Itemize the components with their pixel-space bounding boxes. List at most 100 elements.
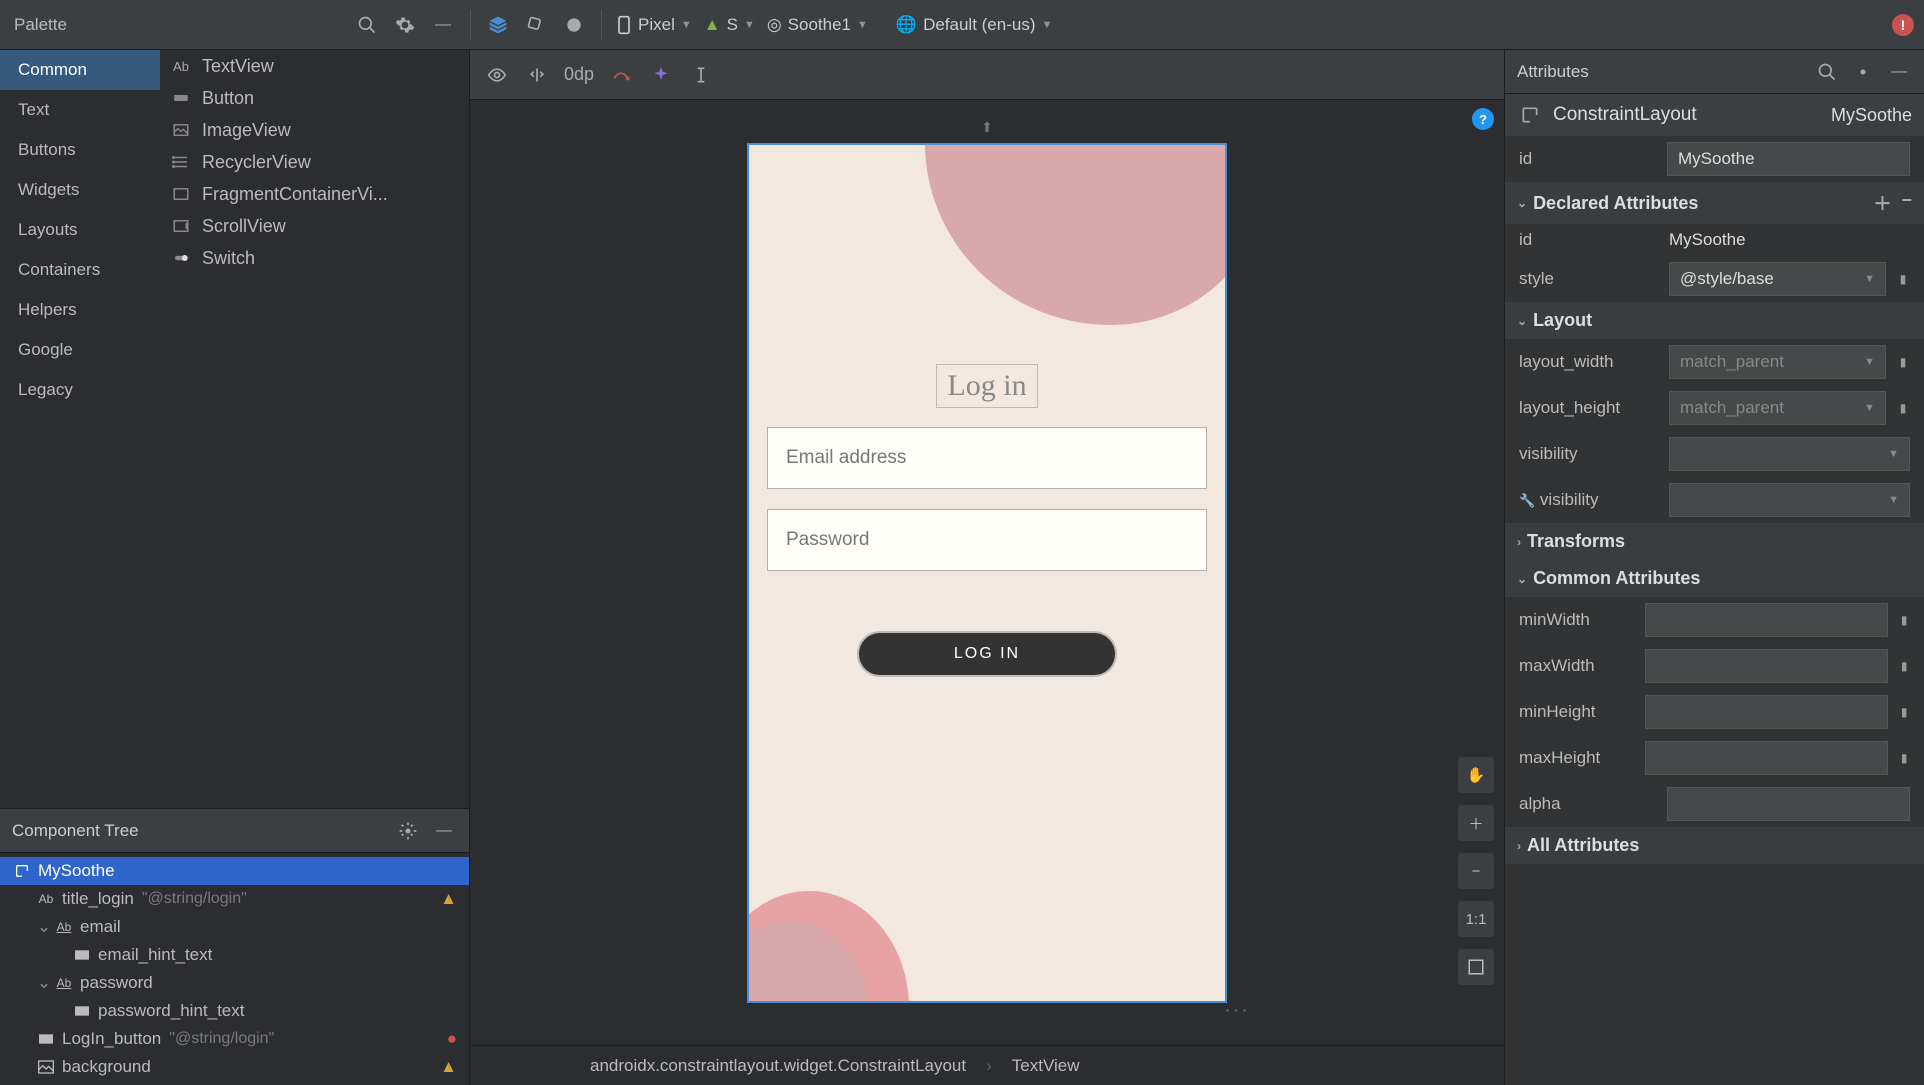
pan-tool-icon[interactable]: ✋ (1458, 757, 1494, 793)
view-options-icon[interactable] (484, 62, 510, 88)
palette-cat-widgets[interactable]: Widgets (0, 170, 160, 210)
attr-maxwidth-input[interactable] (1645, 649, 1888, 683)
layers-icon[interactable] (485, 12, 511, 38)
tree-item-title-login[interactable]: Abtitle_login "@string/login" ▲ (0, 885, 469, 913)
tree-root[interactable]: MySoothe (0, 857, 469, 885)
infer-constraints-icon[interactable] (648, 62, 674, 88)
palette-item-recyclerview[interactable]: RecyclerView (160, 146, 469, 178)
section-declared[interactable]: ⌄ Declared Attributes ＋− (1505, 182, 1924, 224)
attr-id-input[interactable] (1667, 142, 1910, 176)
attr-width-select[interactable]: match_parent▼ (1669, 345, 1886, 379)
clear-constraints-icon[interactable] (608, 62, 634, 88)
palette-item-switch[interactable]: Switch (160, 242, 469, 274)
warning-icon: ▲ (440, 889, 457, 909)
palette-cat-helpers[interactable]: Helpers (0, 290, 160, 330)
theme-selector[interactable]: ◎Soothe1▼ (767, 15, 868, 35)
api-selector[interactable]: ▲S▼ (704, 15, 755, 35)
chevron-right-icon: › (1517, 839, 1521, 853)
palette-cat-buttons[interactable]: Buttons (0, 130, 160, 170)
autoconnect-icon[interactable] (524, 62, 550, 88)
palette-categories: Common Text Buttons Widgets Layouts Cont… (0, 50, 160, 808)
chevron-down-icon[interactable]: ⌄ (36, 917, 52, 937)
chevron-down-icon[interactable]: ⌄ (36, 973, 52, 993)
section-transforms[interactable]: ›Transforms (1505, 523, 1924, 560)
palette-item-textview[interactable]: AbTextView (160, 50, 469, 82)
palette-cat-layouts[interactable]: Layouts (0, 210, 160, 250)
zoom-out-icon[interactable]: − (1458, 853, 1494, 889)
attr-maxheight-input[interactable] (1645, 741, 1888, 775)
tree-item-email-hint[interactable]: email_hint_text (0, 941, 469, 969)
zoom-in-icon[interactable]: ＋ (1458, 805, 1494, 841)
attr-label-id: id (1519, 149, 1657, 169)
chevron-down-icon: ⌄ (1517, 572, 1527, 586)
preview-background-top (925, 143, 1227, 325)
search-icon[interactable] (354, 12, 380, 38)
preview-background-bottom (747, 851, 969, 1003)
section-all[interactable]: ›All Attributes (1505, 827, 1924, 864)
palette-cat-legacy[interactable]: Legacy (0, 370, 160, 410)
palette-cat-text[interactable]: Text (0, 90, 160, 130)
canvas-toolbar: 0dp (470, 50, 1504, 100)
attr-value[interactable]: MySoothe (1669, 230, 1910, 250)
section-layout[interactable]: ⌄Layout (1505, 302, 1924, 339)
palette-cat-common[interactable]: Common (0, 50, 160, 90)
attributes-title: Attributes (1517, 62, 1589, 82)
tree-item-background[interactable]: background ▲ (0, 1053, 469, 1081)
palette-cat-containers[interactable]: Containers (0, 250, 160, 290)
night-mode-icon[interactable] (561, 12, 587, 38)
attr-visibility-select[interactable]: ▼ (1669, 437, 1910, 471)
chevron-down-icon: ⌄ (1517, 196, 1527, 210)
palette-item-fragmentcontainer[interactable]: FragmentContainerVi... (160, 178, 469, 210)
selected-name: MySoothe (1831, 105, 1912, 126)
warning-icon: ▲ (440, 1057, 457, 1077)
default-margin[interactable]: 0dp (564, 64, 594, 85)
breadcrumb-item[interactable]: androidx.constraintlayout.widget.Constra… (590, 1056, 966, 1076)
minimize-icon[interactable]: — (430, 12, 456, 38)
zoom-fit-icon[interactable] (1458, 949, 1494, 985)
breadcrumb-item[interactable]: TextView (1012, 1056, 1080, 1076)
zoom-reset-icon[interactable]: 1:1 (1458, 901, 1494, 937)
error-badge[interactable]: ! (1892, 14, 1914, 36)
add-attr-icon[interactable]: ＋ (1873, 190, 1891, 216)
gear-icon[interactable] (1850, 59, 1876, 85)
top-toolbar: Palette — Pixel▼ ▲S▼ ◎Soothe1▼ (0, 0, 1924, 50)
chevron-down-icon: ⌄ (1517, 314, 1527, 328)
breadcrumb: androidx.constraintlayout.widget.Constra… (470, 1045, 1504, 1085)
selected-class: ConstraintLayout (1553, 104, 1697, 126)
tree-item-login-button[interactable]: LogIn_button "@string/login" ● (0, 1025, 469, 1053)
preview-login-button[interactable]: LOG IN (857, 631, 1117, 677)
tree-item-password[interactable]: ⌄ Abpassword (0, 969, 469, 997)
chevron-right-icon: › (1517, 535, 1521, 549)
device-selector[interactable]: Pixel▼ (616, 15, 692, 35)
minimize-icon[interactable]: — (431, 818, 457, 844)
design-preview[interactable]: Log in Email address Password LOG IN (747, 143, 1227, 1003)
palette-item-button[interactable]: Button (160, 82, 469, 114)
constraint-layout-icon (1517, 102, 1543, 128)
palette-item-scrollview[interactable]: ScrollView (160, 210, 469, 242)
palette-item-imageview[interactable]: ImageView (160, 114, 469, 146)
attr-style-select[interactable]: @style/base▼ (1669, 262, 1886, 296)
minimize-icon[interactable]: — (1886, 59, 1912, 85)
gear-icon[interactable] (392, 12, 418, 38)
attr-tools-visibility-select[interactable]: ▼ (1669, 483, 1910, 517)
attr-minheight-input[interactable] (1645, 695, 1888, 729)
preview-title[interactable]: Log in (937, 365, 1036, 407)
palette-title: Palette (14, 15, 67, 35)
attr-minwidth-input[interactable] (1645, 603, 1888, 637)
search-icon[interactable] (1814, 59, 1840, 85)
remove-attr-icon[interactable]: − (1901, 190, 1912, 216)
palette-items: AbTextView Button ImageView RecyclerView… (160, 50, 469, 808)
preview-password-field[interactable]: Password (767, 509, 1207, 571)
locale-selector[interactable]: 🌐Default (en-us)▼ (896, 15, 1053, 35)
orientation-icon[interactable] (523, 12, 549, 38)
attr-alpha-input[interactable] (1667, 787, 1910, 821)
attr-height-select[interactable]: match_parent▼ (1669, 391, 1886, 425)
section-common[interactable]: ⌄Common Attributes (1505, 560, 1924, 597)
palette-cat-google[interactable]: Google (0, 330, 160, 370)
tree-item-password-hint[interactable]: password_hint_text (0, 997, 469, 1025)
gear-icon[interactable] (395, 818, 421, 844)
preview-email-field[interactable]: Email address (767, 427, 1207, 489)
guidelines-icon[interactable] (688, 62, 714, 88)
wrench-icon: 🔧 (1519, 493, 1535, 508)
tree-item-email[interactable]: ⌄ Abemail (0, 913, 469, 941)
